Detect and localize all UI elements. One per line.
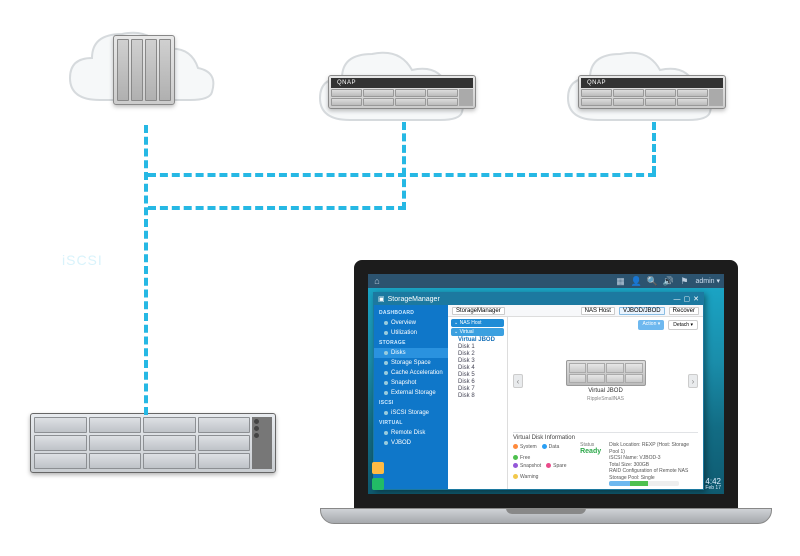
tree-header-nas[interactable]: ⌄ NAS Host xyxy=(451,319,504,327)
toolbar-nas-host[interactable]: NAS Host xyxy=(581,307,615,315)
toolbar: StorageManager NAS Host VJBOD/JBOD Recov… xyxy=(448,305,703,317)
breadcrumb: StorageManager xyxy=(452,307,505,315)
window-titlebar: ▣ StorageManager — ▢ ✕ xyxy=(374,293,703,305)
connection-line xyxy=(652,122,656,174)
user-menu[interactable]: admin ▾ xyxy=(695,277,720,285)
detail-config: RAID Configuration of Remote NAS Storage… xyxy=(609,468,698,481)
dock-app-icon[interactable] xyxy=(372,462,384,474)
search-icon[interactable]: 🔍 xyxy=(647,276,657,286)
sidebar-item-iscsi-storage[interactable]: iSCSI Storage xyxy=(374,408,448,418)
disk-viewer: Action ▾ Detach ▾ ‹ xyxy=(508,317,703,489)
tree-node[interactable]: Disk 8 xyxy=(451,393,504,399)
tree-node[interactable]: Disk 3 xyxy=(451,358,504,364)
laptop: ⌂ ▦ 👤 🔍 🔊 ⚑ admin ▾ ▣ StorageManager — ▢… xyxy=(320,260,772,524)
system-topbar: ⌂ ▦ 👤 🔍 🔊 ⚑ admin ▾ xyxy=(368,274,724,288)
iscsi-label: iSCSI xyxy=(62,252,103,268)
system-clock: 4:42 Feb 17 xyxy=(705,478,721,491)
sidebar: DASHBOARD Overview Utilization STORAGE D… xyxy=(374,305,448,489)
volume-icon[interactable]: 🔊 xyxy=(663,276,673,286)
prev-arrow-icon[interactable]: ‹ xyxy=(513,374,523,388)
device-title: Virtual JBOD xyxy=(588,388,623,394)
nas-tower xyxy=(113,35,175,105)
app-icon: ▣ xyxy=(378,295,385,303)
toolbar-vjbod[interactable]: VJBOD/JBOD xyxy=(619,307,665,315)
action-button[interactable]: Action ▾ xyxy=(638,320,664,330)
capacity-bar xyxy=(609,481,679,486)
tree-node[interactable]: Disk 6 xyxy=(451,379,504,385)
detach-button[interactable]: Detach ▾ xyxy=(668,320,698,330)
window-title: StorageManager xyxy=(388,296,440,303)
nas-rack-3: QNAP xyxy=(578,75,726,109)
tree-node[interactable]: Disk 1 xyxy=(451,344,504,350)
info-panel: Virtual Disk Information System Data Fre… xyxy=(513,432,698,486)
tree-node[interactable]: Disk 7 xyxy=(451,386,504,392)
sidebar-section-virtual: VIRTUAL xyxy=(374,418,448,428)
legend-snapshot: Snapshot xyxy=(513,463,541,469)
dock-app-icon[interactable] xyxy=(372,478,384,490)
sidebar-item-utilization[interactable]: Utilization xyxy=(374,328,448,338)
legend-spare: Spare xyxy=(546,463,566,469)
sidebar-item-overview[interactable]: Overview xyxy=(374,318,448,328)
legend-data: Data xyxy=(542,444,560,450)
sidebar-item-disks[interactable]: Disks xyxy=(374,348,448,358)
dashboard-icon[interactable]: ▦ xyxy=(615,276,625,286)
disk-tree: ⌄ NAS Host ⌄ Virtual Virtual JBOD Disk 1… xyxy=(448,317,508,489)
detail-location: Disk Location: REXP (Host: Storage Pool … xyxy=(609,442,698,455)
laptop-base xyxy=(320,508,772,524)
minimize-icon[interactable]: — xyxy=(674,296,681,303)
sidebar-item-external-storage[interactable]: External Storage xyxy=(374,388,448,398)
legend-free: Free xyxy=(513,455,530,461)
storage-expansion-rack xyxy=(30,413,276,473)
toolbar-recover[interactable]: Recover xyxy=(669,307,699,315)
main-panel: StorageManager NAS Host VJBOD/JBOD Recov… xyxy=(448,305,703,489)
close-icon[interactable]: ✕ xyxy=(693,295,699,303)
sidebar-item-cache[interactable]: Cache Acceleration xyxy=(374,368,448,378)
tree-node[interactable]: Virtual JBOD xyxy=(451,337,504,343)
connection-line xyxy=(144,125,148,415)
status-value: Ready xyxy=(580,448,601,455)
device-image xyxy=(566,360,646,386)
sidebar-section-iscsi: iSCSI xyxy=(374,398,448,408)
connection-line xyxy=(148,173,656,177)
sidebar-item-remote-disk[interactable]: Remote Disk xyxy=(374,428,448,438)
legend-system: System xyxy=(513,444,537,450)
tree-node[interactable]: Disk 5 xyxy=(451,372,504,378)
sidebar-item-storage-space[interactable]: Storage Space xyxy=(374,358,448,368)
home-icon[interactable]: ⌂ xyxy=(372,276,382,286)
nas-rack-2: QNAP xyxy=(328,75,476,109)
sidebar-item-snapshot[interactable]: Snapshot xyxy=(374,378,448,388)
info-title: Virtual Disk Information xyxy=(513,435,698,441)
rack2-brand: QNAP xyxy=(331,78,473,88)
connection-line xyxy=(402,122,406,210)
next-arrow-icon[interactable]: › xyxy=(688,374,698,388)
device-subtitle: RippleSmallNAS xyxy=(587,396,624,402)
sidebar-section-dashboard: DASHBOARD xyxy=(374,308,448,318)
connection-line xyxy=(148,206,406,210)
tree-node[interactable]: Disk 2 xyxy=(451,351,504,357)
storage-manager-window: ▣ StorageManager — ▢ ✕ DASHBOARD Overvie… xyxy=(373,292,704,490)
desktop: ⌂ ▦ 👤 🔍 🔊 ⚑ admin ▾ ▣ StorageManager — ▢… xyxy=(368,274,724,494)
rack3-brand: QNAP xyxy=(581,78,723,88)
tree-header-virtual[interactable]: ⌄ Virtual xyxy=(451,328,504,336)
maximize-icon[interactable]: ▢ xyxy=(684,295,691,303)
tree-node[interactable]: Disk 4 xyxy=(451,365,504,371)
laptop-screen: ⌂ ▦ 👤 🔍 🔊 ⚑ admin ▾ ▣ StorageManager — ▢… xyxy=(354,260,738,508)
sidebar-item-vjbod[interactable]: VJBOD xyxy=(374,438,448,448)
sidebar-section-storage: STORAGE xyxy=(374,338,448,348)
user-icon[interactable]: 👤 xyxy=(631,276,641,286)
legend-warning: Warning xyxy=(513,474,538,480)
notification-icon[interactable]: ⚑ xyxy=(679,276,689,286)
